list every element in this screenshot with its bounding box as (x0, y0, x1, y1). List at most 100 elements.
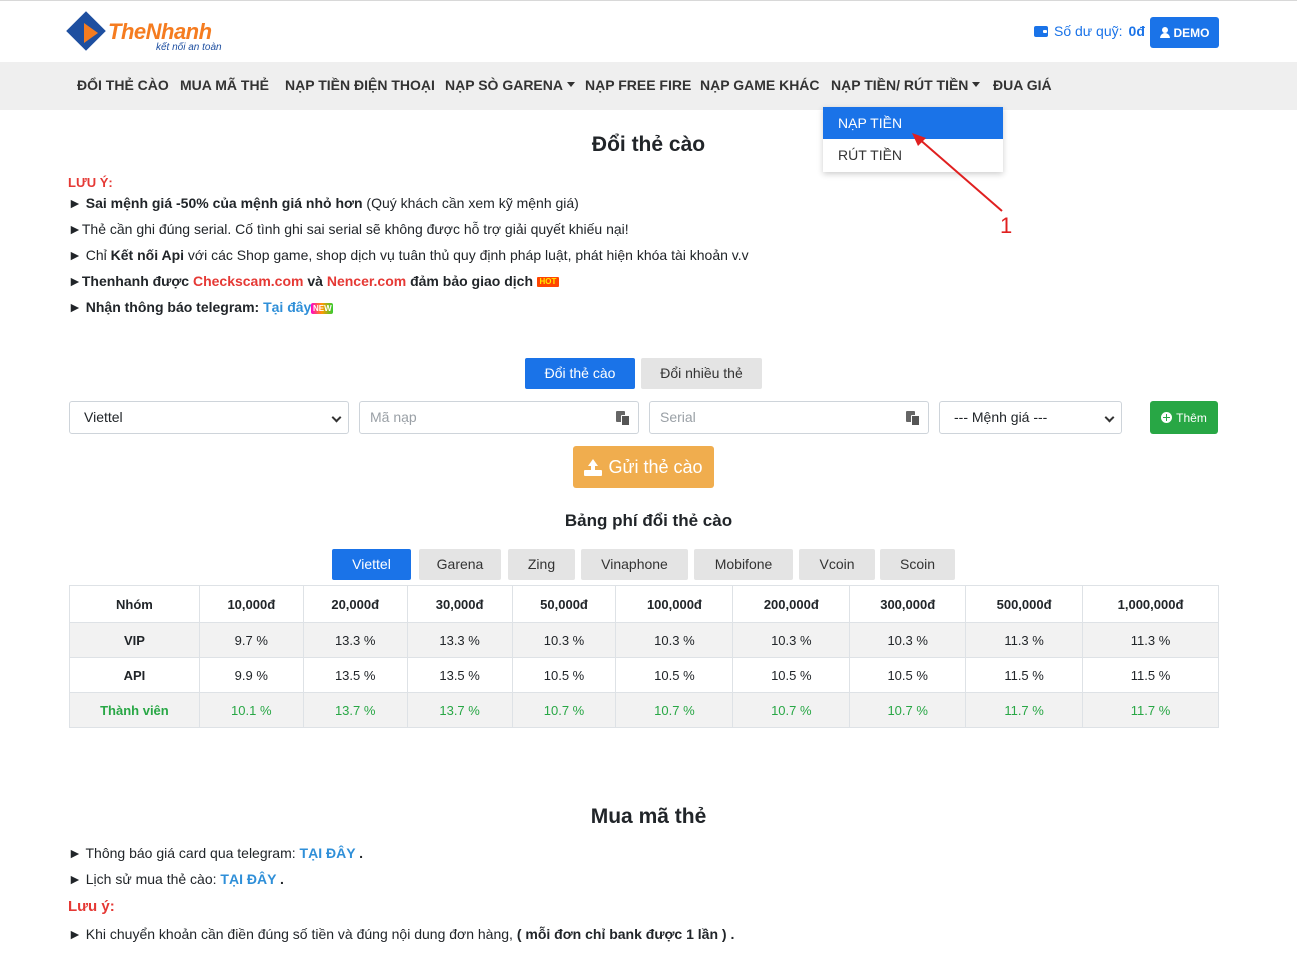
chevron-down-icon (1104, 412, 1115, 423)
nav-item-nap-tien-dien-thoai[interactable]: NẠP TIỀN ĐIỆN THOẠI (285, 62, 435, 110)
serial-placeholder: Serial (660, 409, 696, 425)
history-link[interactable]: TẠI ĐÂY (220, 871, 276, 887)
nencer-link[interactable]: Nencer.com (327, 273, 406, 289)
fee-tab-scoin[interactable]: Scoin (880, 549, 955, 580)
caret-down-icon (566, 81, 575, 87)
card-code-input[interactable]: Mã nạp (359, 401, 639, 434)
wallet-icon (1034, 25, 1048, 37)
checkscam-link[interactable]: Checkscam.com (193, 273, 304, 289)
dropdown-item-rut-tien[interactable]: RÚT TIỀN (823, 139, 1003, 171)
add-label: Thêm (1176, 410, 1207, 425)
row-group: Thành viên (69, 692, 200, 728)
paste-icon[interactable] (616, 411, 630, 426)
note-text: Khi chuyển khoản cần điền đúng số tiền v… (81, 926, 517, 942)
nav-item-nap-so-garena[interactable]: NẠP SÒ GARENA (445, 62, 575, 110)
card-code-placeholder: Mã nạp (370, 409, 417, 425)
column-header: 300,000đ (849, 585, 967, 623)
note-text: đảm bảo giao dịch (406, 273, 533, 289)
note-line-4: ►Thenhanh được Checkscam.com và Nencer.c… (68, 273, 559, 289)
nav-item-nap-free-fire[interactable]: NẠP FREE FIRE (585, 62, 691, 110)
buy-line-2: ► Lịch sử mua thẻ cào: TẠI ĐÂY . (68, 871, 284, 887)
balance-value: 0đ (1128, 23, 1145, 39)
paste-icon[interactable] (906, 411, 920, 426)
table-cell: 13.7 % (406, 692, 513, 728)
table-row: Thành viên 10.1 % 13.7 % 13.7 % 10.7 % 1… (69, 692, 1219, 728)
nav-label: NẠP TIỀN ĐIỆN THOẠI (285, 77, 435, 93)
table-cell: 13.3 % (302, 622, 408, 658)
telco-select[interactable]: Viettel (69, 401, 349, 434)
table-row: VIP 9.7 % 13.3 % 13.3 % 10.3 % 10.3 % 10… (69, 622, 1219, 658)
dropdown-item-nap-tien[interactable]: NẠP TIỀN (823, 107, 1003, 139)
table-cell: 10.3 % (615, 622, 734, 658)
table-cell: 10.5 % (511, 657, 617, 693)
column-header: 1,000,000đ (1082, 585, 1219, 623)
fee-tab-vcoin[interactable]: Vcoin (799, 549, 875, 580)
note-line-1: ► Sai mệnh giá -50% của mệnh giá nhỏ hơn… (68, 195, 579, 211)
table-cell: 11.7 % (1082, 692, 1219, 728)
table-cell: 11.3 % (965, 622, 1084, 658)
table-cell: 13.5 % (302, 657, 408, 693)
column-header: 30,000đ (406, 585, 513, 623)
nav-label: NẠP FREE FIRE (585, 77, 692, 93)
nav-label: NẠP TIỀN/ RÚT TIỀN (831, 77, 969, 93)
site-logo[interactable]: TheNhanh kết nối an toàn (66, 11, 228, 57)
buy-line-1: ► Thông báo giá card qua telegram: TẠI Đ… (68, 845, 364, 861)
fee-tab-garena[interactable]: Garena (419, 549, 501, 580)
fee-tab-vinaphone[interactable]: Vinaphone (581, 549, 688, 580)
nav-item-nap-game-khac[interactable]: NẠP GAME KHÁC (700, 62, 820, 110)
note-line-5: ► Nhận thông báo telegram: Tại đây NEW (68, 299, 334, 315)
column-header: 100,000đ (615, 585, 734, 623)
tab-single-card[interactable]: Đổi thẻ cào (525, 358, 635, 389)
column-header: 50,000đ (511, 585, 617, 623)
top-header: TheNhanh kết nối an toàn Số dư quỹ: 0đ D… (0, 0, 1297, 62)
telegram-link[interactable]: Tại đây (263, 299, 311, 315)
hot-badge: HOT (536, 277, 559, 288)
note-text: Lịch sử mua thẻ cào: (81, 871, 221, 887)
fee-tab-mobifone[interactable]: Mobifone (694, 549, 793, 580)
table-cell: 10.5 % (849, 657, 967, 693)
buy-line-3: ► Khi chuyển khoản cần điền đúng số tiền… (68, 926, 735, 942)
table-cell: 11.5 % (1082, 657, 1219, 693)
user-label: DEMO (1173, 25, 1210, 40)
telegram-price-link[interactable]: TẠI ĐÂY (300, 845, 356, 861)
table-cell: 10.3 % (732, 622, 851, 658)
submit-label: Gửi thẻ cào (608, 456, 703, 477)
fee-tab-viettel[interactable]: Viettel (332, 549, 411, 580)
nap-rut-dropdown-menu: NẠP TIỀN RÚT TIỀN (823, 107, 1003, 172)
submit-card-button[interactable]: Gửi thẻ cào (573, 446, 714, 488)
upload-icon (584, 458, 603, 476)
amount-select[interactable]: --- Mệnh giá --- (939, 401, 1122, 434)
table-cell: 11.7 % (965, 692, 1084, 728)
nav-label: NẠP SÒ GARENA (445, 77, 563, 93)
note-text: Chỉ (81, 247, 111, 263)
fee-tab-zing[interactable]: Zing (508, 549, 575, 580)
nav-label: MUA MÃ THẺ (180, 77, 269, 93)
column-header: 10,000đ (198, 585, 304, 623)
add-card-button[interactable]: Thêm (1150, 401, 1218, 434)
nav-item-doi-the-cao[interactable]: ĐỔI THẺ CÀO (77, 62, 169, 110)
table-cell: 10.1 % (198, 692, 304, 728)
user-account-button[interactable]: DEMO (1150, 17, 1219, 48)
nav-item-nap-rut-tien[interactable]: NẠP TIỀN/ RÚT TIỀN (831, 62, 981, 110)
fees-title: Bảng phí đổi thẻ cào (564, 511, 733, 530)
column-header: 20,000đ (302, 585, 408, 623)
table-cell: 13.5 % (406, 657, 513, 693)
note-text: Nhận thông báo telegram: (81, 299, 264, 315)
nav-item-mua-ma-the[interactable]: MUA MÃ THẺ (180, 62, 269, 110)
nav-item-dua-gia[interactable]: ĐUA GIÁ (993, 62, 1052, 110)
user-icon (1159, 27, 1170, 38)
note-line-3: ► Chỉ Kết nối Api với các Shop game, sho… (68, 247, 749, 263)
note-bold: ( mỗi đơn chỉ bank được 1 lần ) (516, 926, 727, 942)
note-text: (Quý khách cần xem kỹ mệnh giá) (362, 195, 579, 211)
table-cell: 10.7 % (732, 692, 851, 728)
table-header-row: Nhóm 10,000đ 20,000đ 30,000đ 50,000đ 100… (69, 585, 1219, 623)
table-cell: 13.7 % (302, 692, 408, 728)
tab-multi-card[interactable]: Đổi nhiều thẻ (641, 358, 762, 389)
balance-label: Số dư quỹ: (1054, 23, 1123, 39)
column-header: 200,000đ (732, 585, 851, 623)
table-cell: 10.3 % (849, 622, 967, 658)
buy-note-heading: Lưu ý: (68, 898, 115, 915)
caret-down-icon (972, 81, 981, 87)
serial-input[interactable]: Serial (649, 401, 929, 434)
table-cell: 11.5 % (965, 657, 1084, 693)
